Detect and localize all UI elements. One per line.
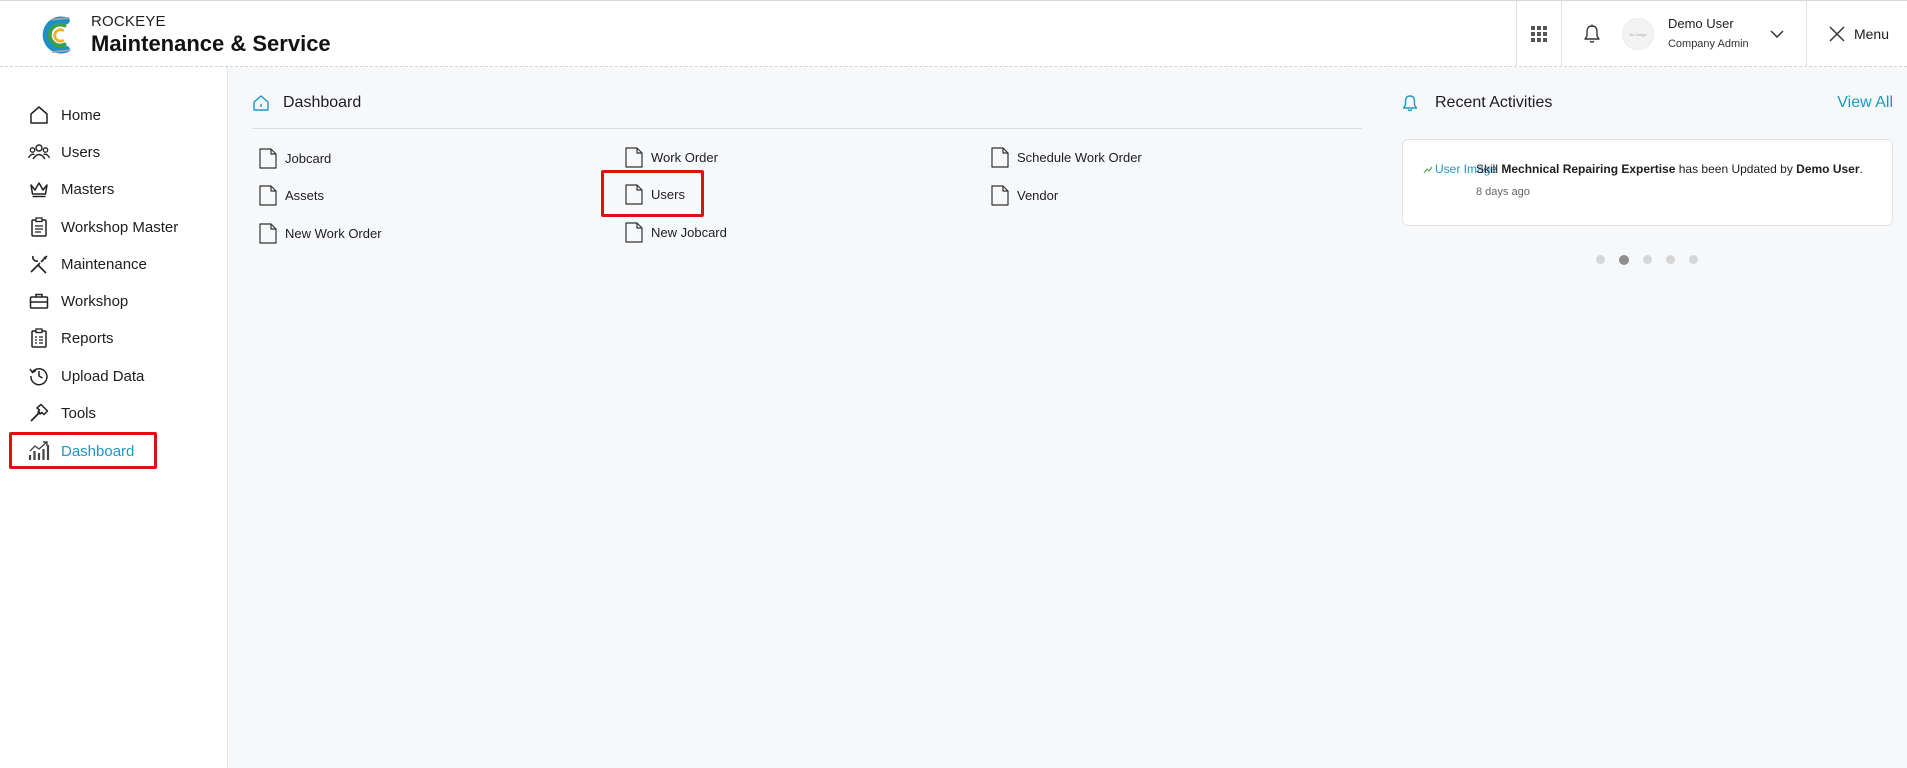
main-title: Dashboard [252, 94, 361, 112]
dashboard-link-assets[interactable]: Assets [259, 184, 324, 206]
recent-activities-title: Recent Activities [1435, 94, 1553, 111]
divider [252, 128, 1362, 129]
clipboard-icon [28, 216, 50, 238]
dashboard-link-users[interactable]: Users [625, 183, 685, 205]
report-icon [28, 327, 50, 349]
dashboard-link-label: Vendor [1017, 187, 1059, 203]
dashboard-link-label: New Jobcard [651, 224, 727, 240]
brand-product: Maintenance & Service [91, 31, 331, 56]
history-icon [28, 365, 50, 387]
dashboard-link-label: Jobcard [285, 150, 332, 166]
home-icon [28, 104, 50, 126]
rockeye-logo-icon [42, 16, 71, 54]
home-icon [253, 95, 269, 111]
view-all-link[interactable]: View All [1837, 94, 1893, 112]
dashboard-link-schedule-work-order[interactable]: Schedule Work Order [991, 146, 1142, 168]
sidebar-item-maintenance[interactable]: Maintenance [28, 250, 147, 278]
user-name: Demo User [1667, 16, 1734, 31]
dashboard-link-work-order[interactable]: Work Order [625, 146, 718, 168]
briefcase-icon [28, 290, 50, 312]
menu-button[interactable]: Menu [1807, 1, 1907, 67]
avatar: No Image [1621, 18, 1654, 50]
activity-subject: Mechnical Repairing Expertise [1501, 162, 1676, 176]
dashboard-link-label: New Work Order [285, 225, 382, 241]
dashboard-link-label: Schedule Work Order [1017, 149, 1142, 165]
sidebar-item-label: Workshop Master [61, 218, 179, 236]
sidebar-item-label: Home [61, 106, 102, 124]
dashboard-link-label: Work Order [651, 149, 718, 165]
sidebar-item-label: Tools [61, 404, 97, 422]
sidebar-item-label: Reports [61, 329, 114, 347]
dashboard-link-new-work-order[interactable]: New Work Order [259, 222, 382, 244]
document-icon [625, 146, 643, 168]
close-icon [1829, 26, 1845, 42]
activity-prefix: Skill [1476, 162, 1502, 176]
sidebar-item-masters[interactable]: Masters [28, 175, 114, 203]
sidebar-item-label: Maintenance [61, 255, 147, 273]
activity-timestamp: 8 days ago [1476, 186, 1530, 198]
activity-actor: Demo User [1796, 162, 1860, 176]
recent-activities-header: Recent Activities View All [1402, 94, 1893, 112]
user-role: Company Admin [1667, 38, 1749, 50]
carousel-dot-active[interactable] [1619, 254, 1629, 265]
activity-text: Skill Mechnical Repairing Expertise has … [1476, 162, 1863, 176]
sidebar-item-users[interactable]: Users [28, 138, 100, 166]
sidebar-item-dashboard[interactable]: Dashboard [28, 437, 134, 465]
activity-suffix: . [1859, 162, 1863, 176]
chart-icon [28, 440, 50, 462]
notifications-button[interactable] [1562, 1, 1622, 67]
menu-label: Menu [1853, 26, 1889, 42]
sidebar-item-workshop-master[interactable]: Workshop Master [28, 213, 178, 241]
carousel-dot[interactable] [1689, 255, 1698, 264]
activity-card: User Image Skill Mechnical Repairing Exp… [1402, 139, 1893, 226]
sidebar-item-label: Masters [61, 180, 115, 198]
sidebar-item-home[interactable]: Home [28, 101, 101, 129]
document-icon [991, 146, 1009, 168]
sidebar-item-label: Upload Data [61, 367, 145, 385]
dashboard-link-vendor[interactable]: Vendor [991, 184, 1058, 206]
sidebar-item-reports[interactable]: Reports [28, 324, 114, 352]
carousel-dot[interactable] [1643, 255, 1652, 264]
apps-button[interactable] [1517, 1, 1561, 67]
broken-image-icon [1423, 166, 1433, 174]
document-icon [625, 183, 643, 205]
document-icon [259, 184, 277, 206]
sidebar-item-upload-data[interactable]: Upload Data [28, 362, 144, 390]
document-icon [259, 222, 277, 244]
hammer-icon [28, 402, 50, 424]
dashboard-link-new-jobcard[interactable]: New Jobcard [625, 221, 727, 243]
brand[interactable]: ROCKEYE Maintenance & Service [38, 12, 331, 58]
bell-icon [1584, 24, 1600, 43]
grid-icon [1530, 26, 1547, 42]
sidebar: Home Users Masters Workshop Master Maint… [0, 67, 228, 768]
sidebar-item-label: Users [61, 143, 101, 161]
carousel-dot[interactable] [1596, 255, 1605, 264]
sidebar-item-tools[interactable]: Tools [28, 399, 96, 427]
sidebar-item-workshop[interactable]: Workshop [28, 287, 128, 315]
carousel-dots [1596, 254, 1712, 265]
dashboard-link-label: Users [651, 186, 685, 202]
document-icon [625, 221, 643, 243]
chevron-down-icon[interactable] [1770, 29, 1784, 39]
sidebar-item-label: Workshop [61, 292, 129, 310]
tools-icon [28, 253, 50, 275]
dashboard-link-label: Assets [285, 187, 325, 203]
carousel-dot[interactable] [1666, 255, 1675, 264]
users-icon [28, 141, 50, 163]
crown-icon [28, 178, 50, 200]
document-icon [259, 147, 277, 169]
user-profile[interactable]: No Image Demo User Company Admin [1621, 1, 1806, 67]
page-title: Dashboard [283, 94, 362, 111]
activity-middle: has been Updated by [1675, 162, 1797, 176]
bell-icon [1402, 95, 1418, 112]
top-header: ROCKEYE Maintenance & Service No Image D… [0, 0, 1907, 67]
sidebar-item-label: Dashboard [61, 442, 135, 460]
document-icon [991, 184, 1009, 206]
brand-company: ROCKEYE [91, 13, 166, 30]
dashboard-link-jobcard[interactable]: Jobcard [259, 147, 331, 169]
